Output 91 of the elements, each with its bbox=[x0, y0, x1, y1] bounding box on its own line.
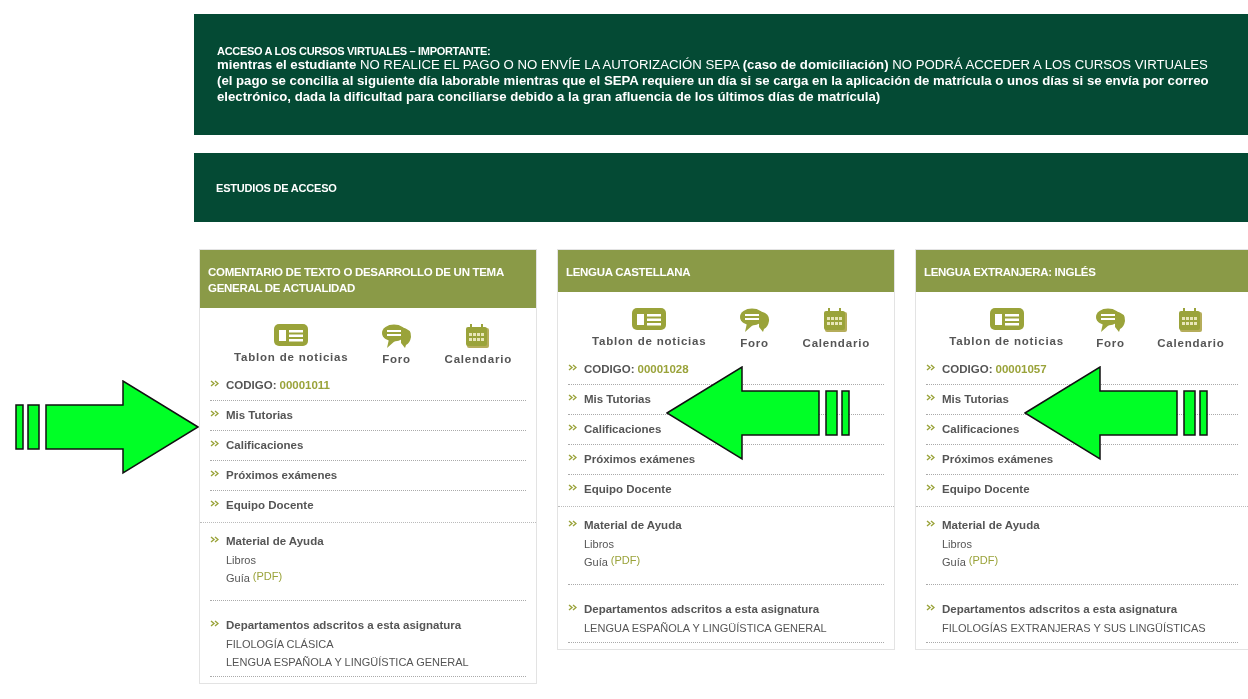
help-link[interactable]: Material de Ayuda bbox=[226, 535, 324, 547]
section-title: ESTUDIOS DE ACCESO bbox=[216, 181, 337, 194]
chevron-icon bbox=[568, 483, 577, 491]
chevron-icon bbox=[926, 453, 935, 461]
newspaper-icon bbox=[273, 323, 310, 347]
chevron-icon bbox=[926, 483, 935, 491]
tool-link[interactable]: Foro bbox=[1094, 307, 1127, 349]
menu-link[interactable]: Calificaciones bbox=[942, 423, 1020, 435]
calendar-icon bbox=[823, 307, 850, 333]
calendar-icon bbox=[1177, 307, 1204, 333]
menu-link[interactable]: Equipo Docente bbox=[226, 499, 314, 511]
code-label: CODIGO: bbox=[942, 363, 993, 375]
course-title: LENGUA CASTELLANA bbox=[558, 250, 894, 292]
tool-link[interactable]: Calendario bbox=[444, 323, 512, 365]
chevron-icon bbox=[568, 603, 577, 611]
help-link[interactable]: Material de Ayuda bbox=[584, 519, 682, 531]
chevron-icon bbox=[210, 439, 219, 447]
books-link[interactable]: Libros bbox=[568, 536, 884, 554]
course-title: COMENTARIO DE TEXTO O DESARROLLO DE UN TEMA GENERAL DE ACTUALIDAD bbox=[200, 250, 536, 308]
newspaper-icon bbox=[988, 307, 1025, 331]
notice-text: mientras el estudiante NO REALICE EL PAGO O NO ENVÍE LA AUTORIZACIÓN SEPA (caso de domiciliación) NO PODRÁ ACCEDER A LOS CURSOS VIRTUALES (el pago se concilia al siguiente día laborable mientras que el SEPA requiere un día si se carga en la aplicación de matrícula o unos días si se envía por correo electrónico, dada la dificultad para conciliarse debido a la gran afluencia de los últimos días de matrícula) bbox=[217, 57, 1210, 105]
tool-label: Tablon de noticias bbox=[949, 335, 1064, 347]
newspaper-icon bbox=[631, 307, 668, 331]
course-code: 00001028 bbox=[637, 363, 689, 375]
menu-link[interactable]: Próximos exámenes bbox=[942, 453, 1054, 465]
code-label: CODIGO: bbox=[226, 379, 277, 391]
course-code: 00001057 bbox=[995, 363, 1047, 375]
chevron-icon bbox=[210, 469, 219, 477]
chevron-icon bbox=[210, 379, 219, 387]
chevron-icon bbox=[926, 363, 935, 371]
tool-label: Foro bbox=[740, 337, 769, 349]
file-format: (PDF) bbox=[968, 554, 999, 568]
department-name: FILOLOGÍAS EXTRANJERAS Y SUS LINGÜÍSTICAS bbox=[926, 620, 1238, 643]
course-title: LENGUA EXTRANJERA: INGLÉS bbox=[916, 250, 1248, 292]
departments-link[interactable]: Departamentos adscritos a esta asignatura bbox=[584, 603, 820, 615]
department-name: FILOLOGÍA CLÁSICA bbox=[225, 637, 335, 652]
tool-label: Foro bbox=[382, 353, 411, 365]
menu-link[interactable]: Calificaciones bbox=[226, 439, 304, 451]
notice-heading: ACCESO A LOS CURSOS VIRTUALES – IMPORTANTE: bbox=[217, 45, 492, 57]
books-link[interactable]: Libros bbox=[926, 536, 1238, 554]
books-link[interactable]: Libros bbox=[210, 552, 526, 570]
tool-label: Calendario bbox=[802, 337, 870, 349]
chevron-icon bbox=[568, 453, 577, 461]
tool-label: Tablon de noticias bbox=[234, 351, 349, 363]
department-name: LENGUA ESPAÑOLA Y LINGÜÍSTICA GENERAL bbox=[210, 654, 526, 677]
file-format: (PDF) bbox=[610, 554, 641, 568]
menu-link[interactable]: Mis Tutorias bbox=[226, 409, 293, 421]
tool-link[interactable]: Tablon de noticias bbox=[592, 307, 707, 349]
tool-link[interactable]: Calendario bbox=[1157, 307, 1225, 349]
guide-link[interactable]: Guía bbox=[210, 570, 250, 588]
guide-link[interactable]: Guía bbox=[926, 554, 966, 572]
chevron-icon bbox=[568, 363, 577, 371]
chevron-icon bbox=[210, 535, 219, 543]
chevron-icon bbox=[568, 519, 577, 527]
chevron-icon bbox=[926, 519, 935, 527]
tool-link[interactable]: Calendario bbox=[802, 307, 870, 349]
chevron-icon bbox=[210, 619, 219, 627]
tool-link[interactable]: Foro bbox=[738, 307, 771, 349]
code-label: CODIGO: bbox=[584, 363, 635, 375]
tool-label: Foro bbox=[1096, 337, 1125, 349]
menu-link[interactable]: Equipo Docente bbox=[584, 483, 672, 495]
chevron-icon bbox=[568, 423, 577, 431]
menu-link[interactable]: Calificaciones bbox=[584, 423, 662, 435]
tool-link[interactable]: Tablon de noticias bbox=[949, 307, 1064, 349]
menu-link[interactable]: Mis Tutorias bbox=[942, 393, 1009, 405]
tool-link[interactable]: Foro bbox=[380, 323, 413, 365]
chevron-icon bbox=[926, 603, 935, 611]
course-code: 00001011 bbox=[279, 379, 331, 391]
help-link[interactable]: Material de Ayuda bbox=[942, 519, 1040, 531]
department-name: LENGUA ESPAÑOLA Y LINGÜÍSTICA GENERAL bbox=[568, 620, 884, 643]
menu-link[interactable]: Equipo Docente bbox=[942, 483, 1030, 495]
menu-link[interactable]: Próximos exámenes bbox=[584, 453, 696, 465]
calendar-icon bbox=[465, 323, 492, 349]
guide-link[interactable]: Guía bbox=[568, 554, 608, 572]
departments-link[interactable]: Departamentos adscritos a esta asignatura bbox=[226, 619, 462, 631]
chevron-icon bbox=[210, 409, 219, 417]
menu-link[interactable]: Próximos exámenes bbox=[226, 469, 338, 481]
tool-label: Calendario bbox=[444, 353, 512, 365]
chevron-icon bbox=[210, 499, 219, 507]
tool-link[interactable]: Tablon de noticias bbox=[234, 323, 349, 365]
speech-bubbles-icon bbox=[1094, 307, 1127, 333]
speech-bubbles-icon bbox=[738, 307, 771, 333]
chevron-icon bbox=[568, 393, 577, 401]
tool-label: Tablon de noticias bbox=[592, 335, 707, 347]
tool-label: Calendario bbox=[1157, 337, 1225, 349]
speech-bubbles-icon bbox=[380, 323, 413, 349]
departments-link[interactable]: Departamentos adscritos a esta asignatura bbox=[942, 603, 1178, 615]
chevron-icon bbox=[926, 393, 935, 401]
file-format: (PDF) bbox=[252, 570, 283, 584]
menu-link[interactable]: Mis Tutorias bbox=[584, 393, 651, 405]
chevron-icon bbox=[926, 423, 935, 431]
